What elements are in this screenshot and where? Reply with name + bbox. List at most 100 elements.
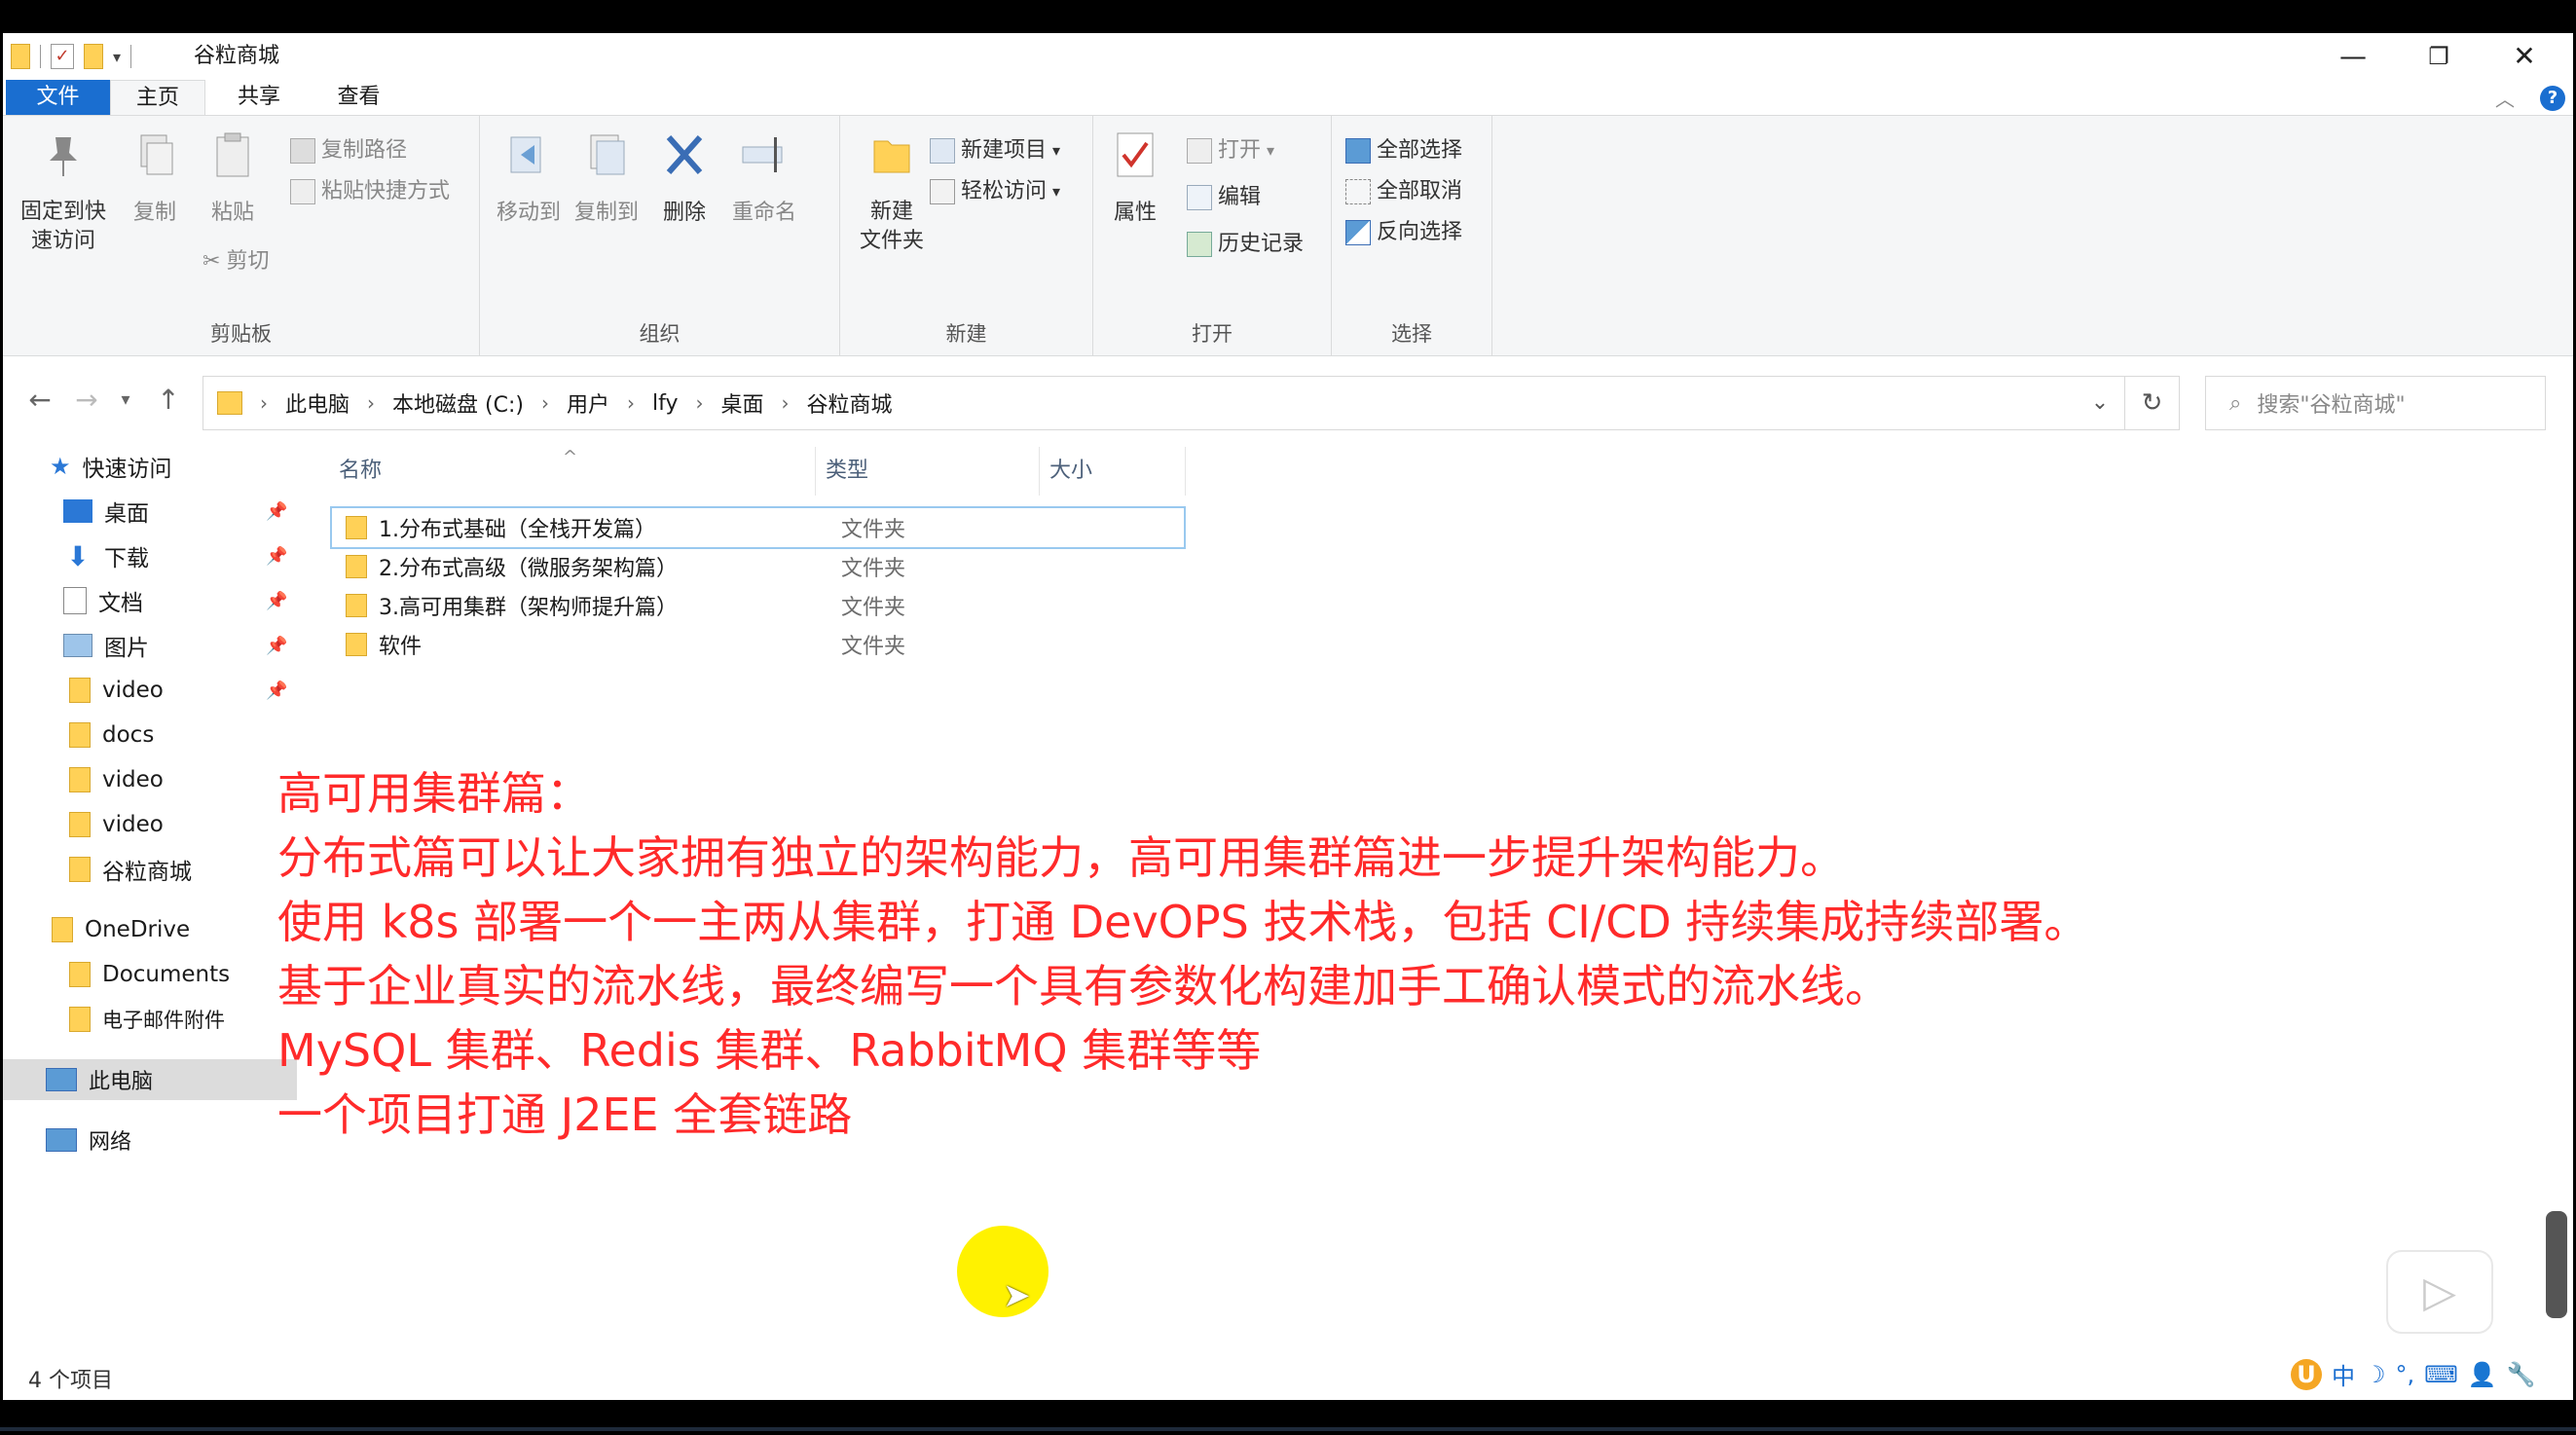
- nav-item-docs[interactable]: docs: [69, 715, 154, 755]
- pin-quick-access-button[interactable]: 固定到快 速访问: [15, 128, 112, 256]
- tab-share[interactable]: 共享: [215, 80, 303, 115]
- select-all-button[interactable]: 全部选择: [1345, 135, 1462, 166]
- breadcrumb-item[interactable]: 用户: [567, 387, 609, 419]
- up-arrow-icon[interactable]: ↑: [149, 384, 188, 416]
- nav-network[interactable]: 网络: [46, 1120, 131, 1160]
- chevron-right-icon[interactable]: ›: [781, 391, 789, 415]
- new-item-button[interactable]: 新建项目 ▾: [930, 135, 1060, 166]
- paste-icon: [216, 132, 249, 177]
- column-label: 名称: [339, 459, 383, 483]
- breadcrumb-item[interactable]: 谷粒商城: [806, 387, 892, 419]
- ime-logo-icon[interactable]: U: [2291, 1358, 2322, 1390]
- moon-icon[interactable]: ☽: [2365, 1361, 2386, 1388]
- new-folder-icon[interactable]: [84, 44, 103, 69]
- chevron-right-icon[interactable]: ›: [367, 391, 375, 415]
- address-history-chevron-icon[interactable]: ⌄: [2076, 377, 2124, 429]
- pin-icon[interactable]: 📌: [266, 681, 287, 701]
- nav-item-pictures[interactable]: 图片 📌: [63, 625, 297, 666]
- scrollbar-handle[interactable]: [2546, 1211, 2567, 1318]
- chevron-down-icon: ▾: [1052, 141, 1061, 160]
- nav-item-guli-mall[interactable]: 谷粒商城: [69, 849, 192, 890]
- paste-shortcut-button[interactable]: 粘贴快捷方式: [290, 176, 450, 207]
- search-input[interactable]: ⌕ 搜索"谷粒商城": [2205, 376, 2546, 430]
- nav-item-email-attachments[interactable]: 电子邮件附件: [69, 999, 225, 1040]
- new-folder-button[interactable]: 新建 文件夹: [850, 128, 934, 256]
- list-item[interactable]: 1.分布式基础（全栈开发篇） 文件夹: [330, 506, 1186, 549]
- wrench-icon[interactable]: 🔧: [2507, 1361, 2536, 1388]
- breadcrumb-item[interactable]: 此电脑: [285, 387, 350, 419]
- open-button[interactable]: 打开 ▾: [1187, 135, 1274, 166]
- select-none-button[interactable]: 全部取消: [1345, 176, 1462, 207]
- rename-button[interactable]: 重命名: [723, 128, 805, 229]
- chevron-right-icon[interactable]: ›: [695, 391, 703, 415]
- paste-label: 粘贴: [210, 201, 254, 225]
- properties-button[interactable]: 属性: [1103, 128, 1167, 229]
- list-item[interactable]: 3.高可用集群（架构师提升篇） 文件夹: [332, 586, 905, 625]
- nav-item-onedrive-documents[interactable]: Documents: [69, 954, 230, 995]
- copy-button[interactable]: 复制: [120, 128, 190, 229]
- user-icon[interactable]: 👤: [2468, 1361, 2497, 1388]
- play-icon[interactable]: ▷: [2386, 1250, 2493, 1334]
- chevron-right-icon[interactable]: ›: [541, 391, 549, 415]
- customize-toolbar-icon[interactable]: ▾: [113, 48, 121, 66]
- rename-icon: [742, 137, 783, 172]
- nav-label: video: [102, 678, 164, 703]
- nav-item-video[interactable]: video: [69, 804, 164, 845]
- back-arrow-icon[interactable]: ←: [20, 384, 59, 416]
- punct-icon[interactable]: °,: [2396, 1361, 2415, 1388]
- tab-view[interactable]: 查看: [313, 80, 405, 115]
- delete-label: 删除: [662, 201, 706, 225]
- delete-button[interactable]: 删除: [655, 128, 714, 229]
- breadcrumb-item[interactable]: 本地磁盘 (C:): [392, 387, 524, 419]
- explorer-window: ✓ ▾ 谷粒商城 — ❐ ✕ 文件 主页 共享 查看 ︿ ? 固定到快 速访问 …: [3, 33, 2573, 1400]
- help-icon[interactable]: ?: [2540, 86, 2565, 111]
- ime-mode[interactable]: 中: [2332, 1357, 2355, 1391]
- easy-access-button[interactable]: 轻松访问 ▾: [930, 176, 1060, 207]
- forward-arrow-icon[interactable]: →: [67, 384, 106, 416]
- column-header-name[interactable]: ^ 名称: [300, 447, 816, 496]
- nav-item-video[interactable]: video: [69, 759, 164, 800]
- breadcrumb-item[interactable]: 桌面: [720, 387, 763, 419]
- keyboard-icon[interactable]: ⌨: [2424, 1361, 2458, 1388]
- copy-to-button[interactable]: 复制到: [570, 128, 644, 229]
- nav-item-desktop[interactable]: 桌面 📌: [63, 491, 297, 532]
- properties-check-icon[interactable]: ✓: [51, 44, 74, 69]
- copy-path-button[interactable]: 复制路径: [290, 135, 407, 166]
- nav-item-downloads[interactable]: ⬇ 下载 📌: [63, 535, 297, 576]
- column-header-size[interactable]: 大小: [1040, 447, 1186, 496]
- invert-selection-button[interactable]: 反向选择: [1345, 217, 1462, 248]
- collapse-ribbon-icon[interactable]: ︿: [2495, 84, 2515, 112]
- restore-button[interactable]: ❐: [2396, 33, 2482, 80]
- history-button[interactable]: 历史记录: [1187, 229, 1304, 260]
- column-header-type[interactable]: 类型: [816, 447, 1040, 496]
- title-bar: ✓ ▾ 谷粒商城 — ❐ ✕: [3, 33, 2573, 80]
- close-button[interactable]: ✕: [2482, 33, 2567, 80]
- edit-button[interactable]: 编辑: [1187, 182, 1261, 213]
- tab-home[interactable]: 主页: [110, 80, 205, 115]
- paste-button[interactable]: 粘贴: [198, 128, 268, 229]
- nav-item-video[interactable]: video 📌: [69, 670, 297, 711]
- move-to-button[interactable]: 移动到: [492, 128, 566, 229]
- tab-file[interactable]: 文件: [6, 80, 110, 115]
- select-none-label: 全部取消: [1377, 179, 1463, 203]
- nav-onedrive[interactable]: OneDrive: [52, 909, 190, 950]
- pin-icon[interactable]: 📌: [266, 591, 287, 611]
- nav-this-pc[interactable]: 此电脑: [3, 1059, 297, 1100]
- new-group: 新建 文件夹 新建项目 ▾ 轻松访问 ▾ 新建: [840, 116, 1093, 355]
- chevron-right-icon[interactable]: ›: [260, 391, 268, 415]
- nav-quick-access[interactable]: ★ 快速访问: [50, 446, 172, 487]
- recent-locations-chevron-icon[interactable]: ▾: [106, 389, 145, 410]
- breadcrumb-item[interactable]: lfy: [652, 391, 679, 416]
- pin-icon[interactable]: 📌: [266, 501, 287, 522]
- list-item[interactable]: 软件 文件夹: [332, 625, 905, 664]
- cut-button[interactable]: ✂ 剪切: [202, 246, 269, 277]
- minimize-button[interactable]: —: [2310, 33, 2396, 80]
- pin-icon[interactable]: 📌: [266, 546, 287, 567]
- chevron-right-icon[interactable]: ›: [627, 391, 635, 415]
- address-bar[interactable]: › 此电脑 › 本地磁盘 (C:) › 用户 › lfy › 桌面 › 谷粒商城…: [202, 376, 2125, 430]
- nav-label: Documents: [102, 962, 231, 987]
- list-item[interactable]: 2.分布式高级（微服务架构篇） 文件夹: [332, 547, 905, 586]
- pin-icon[interactable]: 📌: [266, 636, 287, 656]
- refresh-icon[interactable]: ↻: [2125, 376, 2180, 430]
- nav-item-documents[interactable]: 文档 📌: [63, 580, 297, 621]
